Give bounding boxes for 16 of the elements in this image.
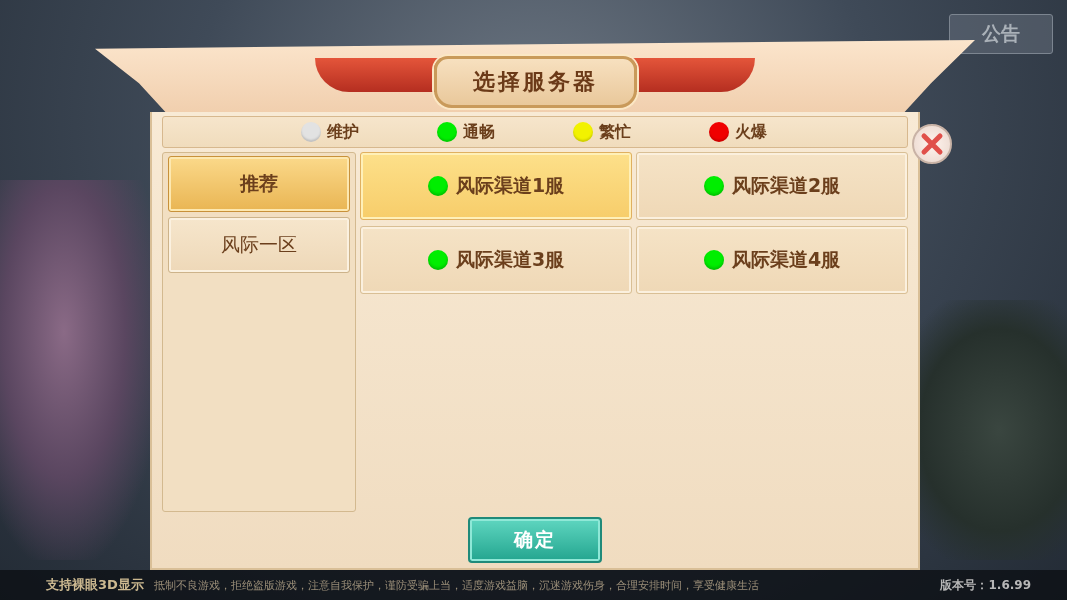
legend-label: 火爆 [735,121,767,143]
close-icon [920,132,944,156]
feature-text: 支持裸眼3D显示 [46,576,144,594]
legend-label: 维护 [327,121,359,143]
zone-tab[interactable]: 风际一区 [168,217,350,273]
legend-label: 繁忙 [599,121,631,143]
server-button[interactable]: 风际渠道3服 [360,226,632,294]
server-button[interactable]: 风际渠道1服 [360,152,632,220]
health-notice: 抵制不良游戏，拒绝盗版游戏，注意自我保护，谨防受骗上当，适度游戏益脑，沉迷游戏伤身，合理安排时间，享受健康生活 [153,577,760,593]
close-button[interactable] [912,124,952,164]
version-text: 版本号：1.6.99 [940,576,1031,594]
server-button[interactable]: 风际渠道2服 [636,152,908,220]
zone-tab[interactable]: 推荐 [168,156,350,212]
server-button[interactable]: 风际渠道4服 [636,226,908,294]
dialog-title: 选择服务器 [433,56,637,108]
legend-label: 通畅 [463,121,495,143]
